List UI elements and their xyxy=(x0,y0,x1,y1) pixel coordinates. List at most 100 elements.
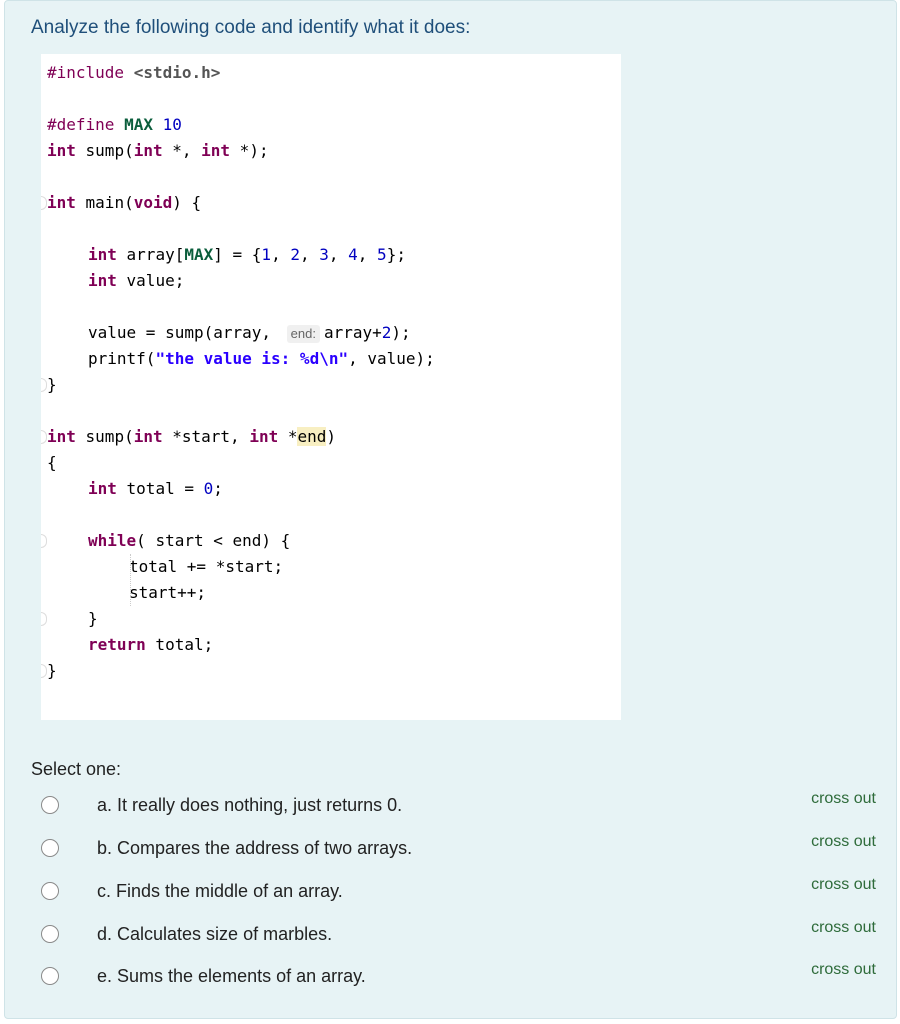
code-token: ( start < end) { xyxy=(136,531,291,550)
code-token: main( xyxy=(75,193,134,212)
code-token: 0 xyxy=(203,479,214,498)
answer-option-a[interactable]: a. It really does nothing, just returns … xyxy=(5,790,898,836)
radio-button[interactable] xyxy=(41,967,59,985)
cross-out-link[interactable]: cross out xyxy=(811,919,876,937)
select-one-label: Select one: xyxy=(31,759,122,779)
code-token: int xyxy=(88,245,117,264)
code-line-array: int array[MAX] = {1, 2, 3, 4, 5}; xyxy=(88,242,406,268)
answer-option-c[interactable]: c. Finds the middle of an array. cross o… xyxy=(5,876,898,922)
code-line-while: while( start < end) { xyxy=(88,528,290,554)
code-line-total-add: total += *start; xyxy=(129,554,283,580)
cross-out-link[interactable]: cross out xyxy=(811,876,876,894)
code-token: 10 xyxy=(162,115,182,134)
code-token: total = xyxy=(116,479,204,498)
option-label[interactable]: b. Compares the address of two arrays. xyxy=(97,838,412,859)
code-token: int xyxy=(133,427,163,446)
code-token: array[ xyxy=(116,245,185,264)
answer-option-d[interactable]: d. Calculates size of marbles. cross out xyxy=(5,919,898,965)
code-line-printf: printf("the value is: %d\n", value); xyxy=(88,346,435,372)
code-token: array+ xyxy=(323,323,382,342)
code-line-sump-open: { xyxy=(47,450,57,476)
code-token: , value); xyxy=(348,349,435,368)
code-token: * xyxy=(278,427,298,446)
code-token: ); xyxy=(391,323,411,342)
code-token: "the value is: %d\n" xyxy=(155,349,349,368)
fold-marker-icon[interactable] xyxy=(41,534,47,548)
code-line-sump-close: } xyxy=(47,658,57,684)
question-card: Analyze the following code and identify … xyxy=(4,0,897,1019)
code-line-main: int main(void) { xyxy=(47,190,201,216)
code-line-sump-def: int sump(int *start, int *end) xyxy=(47,424,336,450)
question-text: Analyze the following code and identify … xyxy=(31,17,471,38)
cross-out-link[interactable]: cross out xyxy=(811,961,876,979)
code-line-prototype: int sump(int *, int *); xyxy=(47,138,269,164)
code-token: total += *start; xyxy=(129,557,284,576)
code-token: int xyxy=(88,271,117,290)
code-token: *); xyxy=(230,141,269,160)
answer-option-e[interactable]: e. Sums the elements of an array. cross … xyxy=(5,961,898,1007)
cross-out-link[interactable]: cross out xyxy=(811,833,876,851)
code-token: start++; xyxy=(129,583,207,602)
option-label[interactable]: a. It really does nothing, just returns … xyxy=(97,795,402,816)
code-token: int xyxy=(249,427,279,446)
code-token: int xyxy=(47,193,76,212)
code-token: total; xyxy=(145,635,214,654)
code-line-main-close: } xyxy=(47,372,57,398)
code-token: #include xyxy=(47,63,125,82)
code-token: int xyxy=(47,141,76,160)
radio-button[interactable] xyxy=(41,796,59,814)
code-token: 1 xyxy=(261,245,272,264)
code-token: , xyxy=(357,245,378,264)
code-token: int xyxy=(47,427,76,446)
code-token: } xyxy=(88,609,98,628)
option-label[interactable]: c. Finds the middle of an array. xyxy=(97,881,343,902)
radio-button[interactable] xyxy=(41,839,59,857)
code-token: sump( xyxy=(75,427,134,446)
code-token: , xyxy=(299,245,320,264)
code-block: #include <stdio.h> #define MAX 10 int su… xyxy=(41,54,621,720)
code-line-start-inc: start++; xyxy=(129,580,206,606)
code-token: 5 xyxy=(377,245,387,264)
code-token: int xyxy=(201,141,231,160)
code-token: ) { xyxy=(172,193,202,212)
code-token: , xyxy=(271,245,291,264)
answer-option-b[interactable]: b. Compares the address of two arrays. c… xyxy=(5,833,898,879)
fold-marker-icon[interactable] xyxy=(41,612,47,626)
cross-out-link[interactable]: cross out xyxy=(811,790,876,808)
code-line-value-decl: int value; xyxy=(88,268,184,294)
code-token: { xyxy=(47,453,57,472)
option-label[interactable]: e. Sums the elements of an array. xyxy=(97,966,366,987)
code-token: MAX xyxy=(184,245,214,264)
code-token: while xyxy=(88,531,137,550)
code-token: }; xyxy=(386,245,406,264)
code-token: *, xyxy=(162,141,202,160)
code-line-define: #define MAX 10 xyxy=(47,112,182,138)
code-token: <stdio.h> xyxy=(133,63,221,82)
code-token: value = sump(array, xyxy=(88,323,281,342)
code-token-highlighted: end xyxy=(297,427,327,446)
code-token: ; xyxy=(213,479,223,498)
code-token: , xyxy=(328,245,349,264)
option-label[interactable]: d. Calculates size of marbles. xyxy=(97,924,332,945)
code-line-while-close: } xyxy=(88,606,98,632)
code-token: int xyxy=(133,141,163,160)
param-hint: end: xyxy=(286,325,320,343)
code-token: *start, xyxy=(162,427,250,446)
code-token: 4 xyxy=(348,245,358,264)
code-token: #define xyxy=(47,115,115,134)
code-token: value; xyxy=(116,271,185,290)
code-token: 2 xyxy=(290,245,300,264)
code-token: ) xyxy=(326,427,337,446)
code-token: return xyxy=(88,635,146,654)
code-token: 2 xyxy=(381,323,392,342)
code-token: int xyxy=(88,479,117,498)
code-token: printf( xyxy=(88,349,156,368)
radio-button[interactable] xyxy=(41,925,59,943)
code-token: 3 xyxy=(319,245,329,264)
code-line-return: return total; xyxy=(88,632,213,658)
radio-button[interactable] xyxy=(41,882,59,900)
code-token: sump( xyxy=(75,141,134,160)
code-token: } xyxy=(47,661,57,680)
code-token: MAX xyxy=(124,115,153,134)
code-token: void xyxy=(133,193,173,212)
